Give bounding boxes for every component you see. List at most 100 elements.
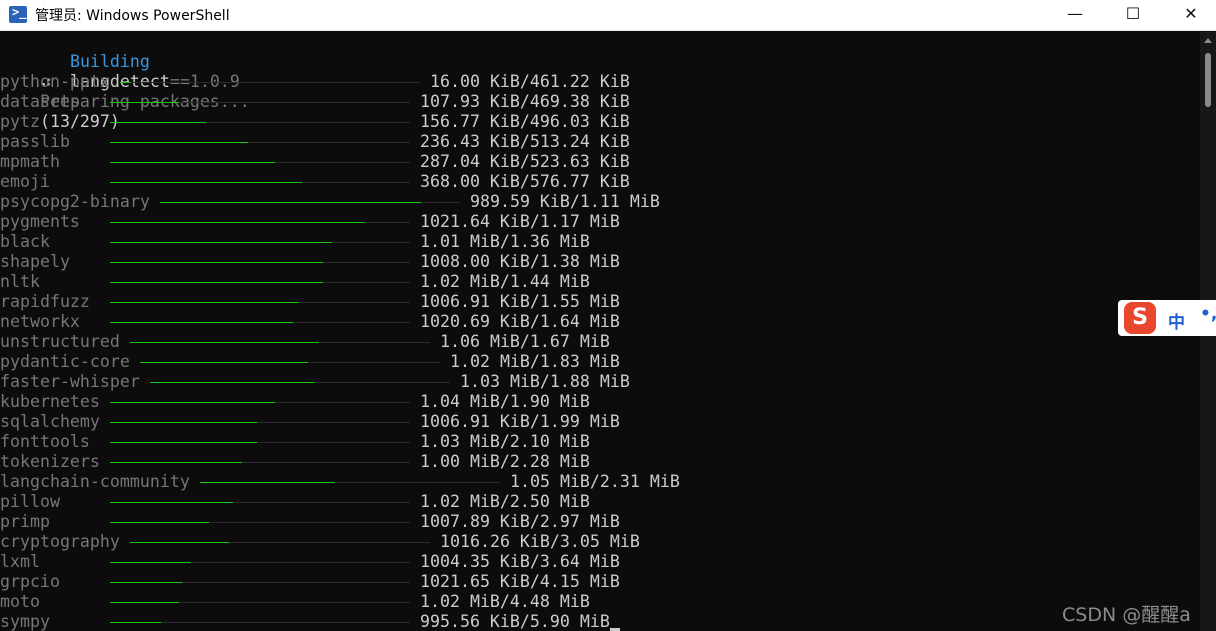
package-name: primp — [0, 512, 50, 531]
download-row: lxml 1004.35 KiB/3.64 MiB — [0, 552, 1200, 572]
progress-fill — [110, 442, 257, 443]
package-name: moto — [0, 592, 40, 611]
scroll-up-icon[interactable] — [1204, 38, 1212, 43]
progress-bar — [200, 482, 500, 483]
package-name: psycopg2-binary — [0, 192, 150, 211]
download-row: sqlalchemy 1006.91 KiB/1.99 MiB — [0, 412, 1200, 432]
maximize-button[interactable]: ☐ — [1104, 0, 1162, 30]
package-name: pytz — [0, 112, 40, 131]
sogou-logo-icon[interactable]: S — [1124, 302, 1156, 334]
progress-bar — [110, 142, 410, 143]
download-row: sympy 995.56 KiB/5.90 MiB — [0, 612, 1200, 631]
progress-bar — [150, 382, 450, 383]
progress-fill — [200, 482, 335, 483]
progress-fill — [110, 322, 293, 323]
progress-bar — [110, 602, 410, 603]
ime-toolbar[interactable]: S 中 •, — [1118, 300, 1216, 336]
progress-bar — [110, 322, 410, 323]
download-size: 1.02 MiB/1.83 MiB — [450, 352, 620, 371]
download-row: pillow 1.02 MiB/2.50 MiB — [0, 492, 1200, 512]
package-name: python-pptx — [0, 72, 110, 91]
minimize-button[interactable]: — — [1046, 0, 1104, 30]
download-size: 1.03 MiB/2.10 MiB — [420, 432, 590, 451]
progress-fill — [130, 342, 319, 343]
package-name: lxml — [0, 552, 40, 571]
download-size: 1.01 MiB/1.36 MiB — [420, 232, 590, 251]
powershell-icon[interactable]: >_ — [9, 5, 27, 23]
progress-bar — [130, 542, 430, 543]
progress-fill — [110, 242, 332, 243]
package-name: faster-whisper — [0, 372, 140, 391]
download-size: 1.02 MiB/4.48 MiB — [420, 592, 590, 611]
package-name: tokenizers — [0, 452, 100, 471]
progress-fill — [110, 602, 179, 603]
progress-bar — [110, 522, 410, 523]
progress-bar — [110, 562, 410, 563]
progress-fill — [110, 142, 248, 143]
progress-bar — [110, 402, 410, 403]
download-size: 1004.35 KiB/3.64 MiB — [420, 552, 620, 571]
download-row: kubernetes 1.04 MiB/1.90 MiB — [0, 392, 1200, 412]
download-row: primp 1007.89 KiB/2.97 MiB — [0, 512, 1200, 532]
download-row: pydantic-core 1.02 MiB/1.83 MiB — [0, 352, 1200, 372]
download-size: 1007.89 KiB/2.97 MiB — [420, 512, 620, 531]
download-size: 1.02 MiB/2.50 MiB — [420, 492, 590, 511]
package-name: fonttools — [0, 432, 90, 451]
progress-fill — [110, 582, 182, 583]
progress-fill — [110, 182, 302, 183]
building-line: Building langdetect==1.0.9 — [30, 32, 240, 91]
progress-fill — [110, 622, 161, 623]
package-name: passlib — [0, 132, 70, 151]
download-size: 1.03 MiB/1.88 MiB — [460, 372, 630, 391]
download-row: fonttools 1.03 MiB/2.10 MiB — [0, 432, 1200, 452]
download-row: nltk 1.02 MiB/1.44 MiB — [0, 272, 1200, 292]
download-row: grpcio 1021.65 KiB/4.15 MiB — [0, 572, 1200, 592]
progress-bar — [160, 202, 460, 203]
download-size: 1006.91 KiB/1.55 MiB — [420, 292, 620, 311]
ime-punctuation-toggle[interactable]: •, — [1200, 304, 1216, 324]
download-size: 995.56 KiB/5.90 MiB — [420, 612, 610, 631]
package-name: pillow — [0, 492, 60, 511]
progress-fill — [110, 102, 179, 103]
download-size: 1.06 MiB/1.67 MiB — [440, 332, 610, 351]
download-size: 1008.00 KiB/1.38 MiB — [420, 252, 620, 271]
progress-fill — [110, 462, 242, 463]
package-name: black — [0, 232, 50, 251]
package-name: nltk — [0, 272, 40, 291]
progress-fill — [130, 542, 229, 543]
package-name: shapely — [0, 252, 70, 271]
download-row: python-pptx 16.00 KiB/461.22 KiB — [0, 72, 1200, 92]
download-size: 236.43 KiB/513.24 KiB — [420, 132, 630, 151]
watermark: CSDN @醒醒a — [1062, 604, 1191, 626]
progress-bar — [110, 162, 410, 163]
progress-bar — [110, 582, 410, 583]
download-row: datasets 107.93 KiB/469.38 KiB — [0, 92, 1200, 112]
progress-fill — [140, 362, 308, 363]
ime-mode-toggle[interactable]: 中 — [1168, 308, 1185, 333]
progress-bar — [110, 262, 410, 263]
download-row: tokenizers 1.00 MiB/2.28 MiB — [0, 452, 1200, 472]
download-size: 1006.91 KiB/1.99 MiB — [420, 412, 620, 431]
progress-bar — [120, 82, 420, 83]
progress-fill — [110, 422, 257, 423]
progress-bar — [110, 442, 410, 443]
progress-fill — [110, 262, 323, 263]
close-button[interactable]: ✕ — [1162, 0, 1216, 30]
progress-fill — [110, 402, 275, 403]
download-size: 16.00 KiB/461.22 KiB — [430, 72, 630, 91]
download-size: 1016.26 KiB/3.05 MiB — [440, 532, 640, 551]
package-name: sympy — [0, 612, 50, 631]
progress-bar — [140, 362, 440, 363]
window-title: 管理员: Windows PowerShell — [35, 8, 230, 24]
package-name: kubernetes — [0, 392, 100, 411]
maximize-icon: ☐ — [1125, 4, 1141, 23]
progress-fill — [110, 222, 365, 223]
progress-fill — [110, 502, 233, 503]
download-row: unstructured 1.06 MiB/1.67 MiB — [0, 332, 1200, 352]
terminal-output[interactable]: Building langdetect==1.0.9 ⠴ Preparing p… — [0, 32, 1200, 631]
progress-bar — [110, 242, 410, 243]
progress-fill — [110, 122, 206, 123]
scroll-thumb[interactable] — [1205, 53, 1211, 107]
download-row: passlib 236.43 KiB/513.24 KiB — [0, 132, 1200, 152]
download-row: black 1.01 MiB/1.36 MiB — [0, 232, 1200, 252]
